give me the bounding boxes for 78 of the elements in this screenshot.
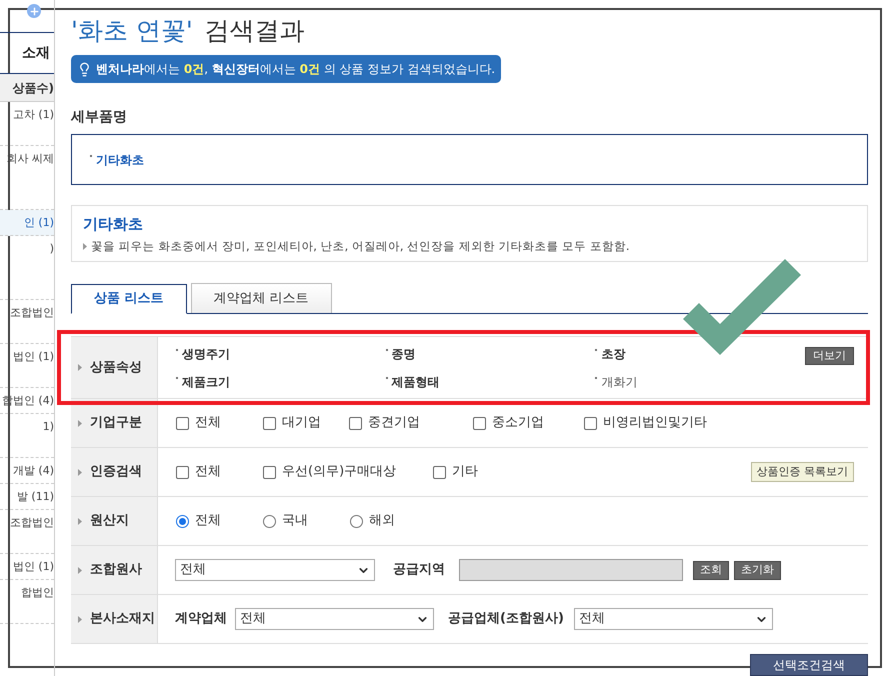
sidebar-item[interactable]: 법인 (1)	[0, 344, 54, 388]
checkbox-label: 전체	[195, 463, 221, 482]
filter-label: 본사소재지	[90, 610, 155, 628]
contract-label: 계약업체	[175, 610, 227, 628]
checkbox-label: 중소기업	[492, 414, 544, 432]
checkbox[interactable]	[263, 466, 276, 478]
sidebar-heading: 소재	[22, 44, 50, 62]
checkbox-label: 비영리법인및기타	[603, 414, 707, 432]
plus-icon	[27, 4, 41, 18]
filter-label: 인증검색	[90, 463, 142, 482]
filter-label: 조합원사	[90, 561, 142, 580]
checkbox[interactable]	[176, 416, 189, 430]
detail-link[interactable]: 기타화초	[96, 150, 144, 168]
sidebar-item[interactable]: 인 (1)	[0, 210, 54, 236]
triangle-bullet-icon	[78, 468, 82, 476]
page-title: 검색결과	[204, 15, 305, 47]
search-query-title: '화초 연꽃'	[71, 15, 193, 47]
tab[interactable]: 계약업체 리스트	[190, 283, 332, 313]
checkbox[interactable]	[584, 416, 597, 430]
sidebar-item[interactable]: 조합법인	[0, 300, 54, 344]
checkbox[interactable]	[176, 466, 189, 478]
attribute-link[interactable]: 제품크기	[182, 372, 230, 390]
filter-label: 기업구분	[90, 414, 142, 432]
radio-button[interactable]	[350, 514, 363, 528]
region-label: 공급지역	[393, 561, 445, 580]
tab[interactable]: 상품 리스트	[71, 284, 187, 314]
dropdown[interactable]: 전체	[574, 608, 773, 630]
radio-label: 국내	[282, 512, 308, 530]
attribute-link[interactable]: 종명	[392, 344, 416, 362]
filter-label: 상품속성	[90, 358, 142, 377]
search-button[interactable]: 선택조건검색	[750, 654, 868, 676]
notice-text: 벤처나라에서는 0건, 혁신장터에서는 0건 의 상품 정보가 검색되었습니다.	[96, 61, 496, 78]
checkbox[interactable]	[433, 466, 446, 478]
radio-label: 전체	[195, 512, 221, 530]
triangle-bullet-icon	[83, 242, 87, 250]
category-title: 기타화초	[83, 214, 144, 235]
triangle-bullet-icon	[78, 364, 82, 371]
attribute-link[interactable]: 생명주기	[182, 344, 230, 362]
checkbox-label: 전체	[195, 414, 221, 432]
sidebar-item[interactable]: 합법인	[0, 580, 54, 624]
sidebar-item[interactable]: 고차 (1)	[0, 102, 54, 146]
checkbox[interactable]	[349, 416, 362, 430]
certification-list-button[interactable]: 상품인증 목록보기	[750, 462, 854, 482]
action-button[interactable]: 조회	[693, 560, 729, 580]
triangle-bullet-icon	[78, 518, 82, 524]
sidebar-item[interactable]: 1)	[0, 414, 54, 458]
checkbox-label: 중견기업	[368, 414, 420, 432]
category-description: 꽃을 피우는 화초중에서 장미, 포인세티아, 난초, 어질레아, 선인장을 제외한 기타화초를 모두 포함함.	[91, 238, 630, 254]
dropdown[interactable]: 전체	[175, 559, 375, 581]
checkbox-label: 기타	[452, 463, 478, 482]
attribute-link[interactable]: 개화기	[601, 372, 638, 390]
triangle-bullet-icon	[78, 420, 82, 426]
checkbox[interactable]	[473, 416, 486, 430]
radio-button[interactable]	[263, 514, 276, 528]
sidebar-item[interactable]: 개발 (4)	[0, 458, 54, 484]
dropdown[interactable]: 전체	[235, 608, 434, 630]
supplier-label: 공급업체(조합원사)	[448, 610, 564, 628]
triangle-bullet-icon	[78, 566, 82, 574]
filter-label: 원산지	[90, 512, 129, 530]
section-heading: 세부품명	[71, 108, 128, 127]
triangle-bullet-icon	[78, 616, 82, 622]
radio-button[interactable]	[176, 514, 189, 528]
action-button[interactable]: 초기화	[734, 560, 781, 580]
sidebar-column-header: 상품수)	[0, 74, 54, 102]
region-input[interactable]	[459, 559, 683, 581]
radio-label: 해외	[369, 512, 395, 530]
checkbox-label: 우선(의무)구매대상	[282, 463, 396, 482]
sidebar-item[interactable]: 발 (11)	[0, 484, 54, 510]
sidebar-item[interactable]: 조합법인	[0, 510, 54, 554]
sidebar-item[interactable]: 법인 (1)	[0, 554, 54, 580]
attribute-link[interactable]: 제품형태	[392, 372, 440, 390]
more-button[interactable]: 더보기	[805, 347, 854, 365]
attribute-link[interactable]: 초장	[601, 344, 626, 362]
sidebar-item[interactable]: )	[0, 236, 54, 300]
checkbox-label: 대기업	[282, 414, 321, 432]
lightbulb-icon	[77, 62, 92, 76]
checkmark-icon	[683, 259, 801, 355]
checkbox[interactable]	[263, 416, 276, 430]
